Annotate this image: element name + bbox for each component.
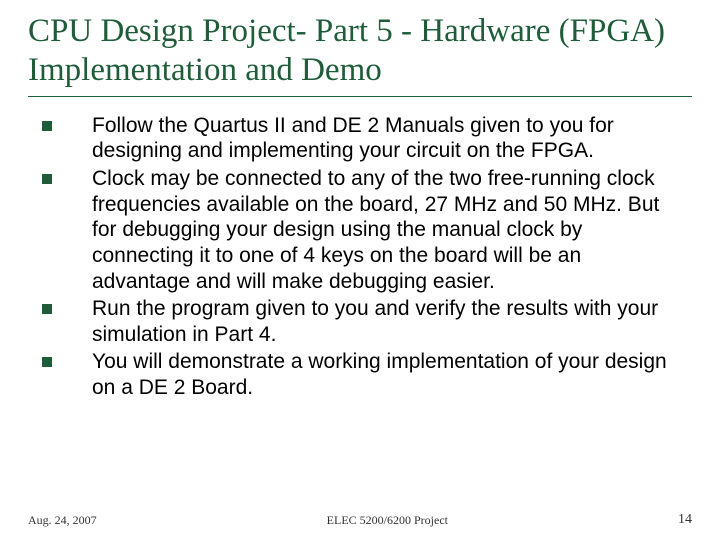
footer-course: ELEC 5200/6200 Project	[97, 513, 678, 528]
bullet-text: Run the program given to you and verify …	[92, 296, 682, 347]
bullet-icon	[42, 304, 52, 314]
footer-page-number: 14	[678, 512, 692, 528]
list-item: Clock may be connected to any of the two…	[30, 166, 682, 294]
footer-date: Aug. 24, 2007	[28, 513, 97, 528]
list-item: Run the program given to you and verify …	[30, 296, 682, 347]
slide-footer: Aug. 24, 2007 ELEC 5200/6200 Project 14	[0, 512, 720, 528]
bullet-icon	[42, 357, 52, 367]
bullet-icon	[42, 174, 52, 184]
bullet-list: Follow the Quartus II and DE 2 Manuals g…	[28, 113, 692, 401]
list-item: You will demonstrate a working implement…	[30, 349, 682, 400]
bullet-text: Follow the Quartus II and DE 2 Manuals g…	[92, 113, 682, 164]
bullet-icon	[42, 121, 52, 131]
bullet-text: Clock may be connected to any of the two…	[92, 166, 682, 294]
list-item: Follow the Quartus II and DE 2 Manuals g…	[30, 113, 682, 164]
slide-title: CPU Design Project- Part 5 - Hardware (F…	[28, 12, 692, 97]
bullet-text: You will demonstrate a working implement…	[92, 349, 682, 400]
